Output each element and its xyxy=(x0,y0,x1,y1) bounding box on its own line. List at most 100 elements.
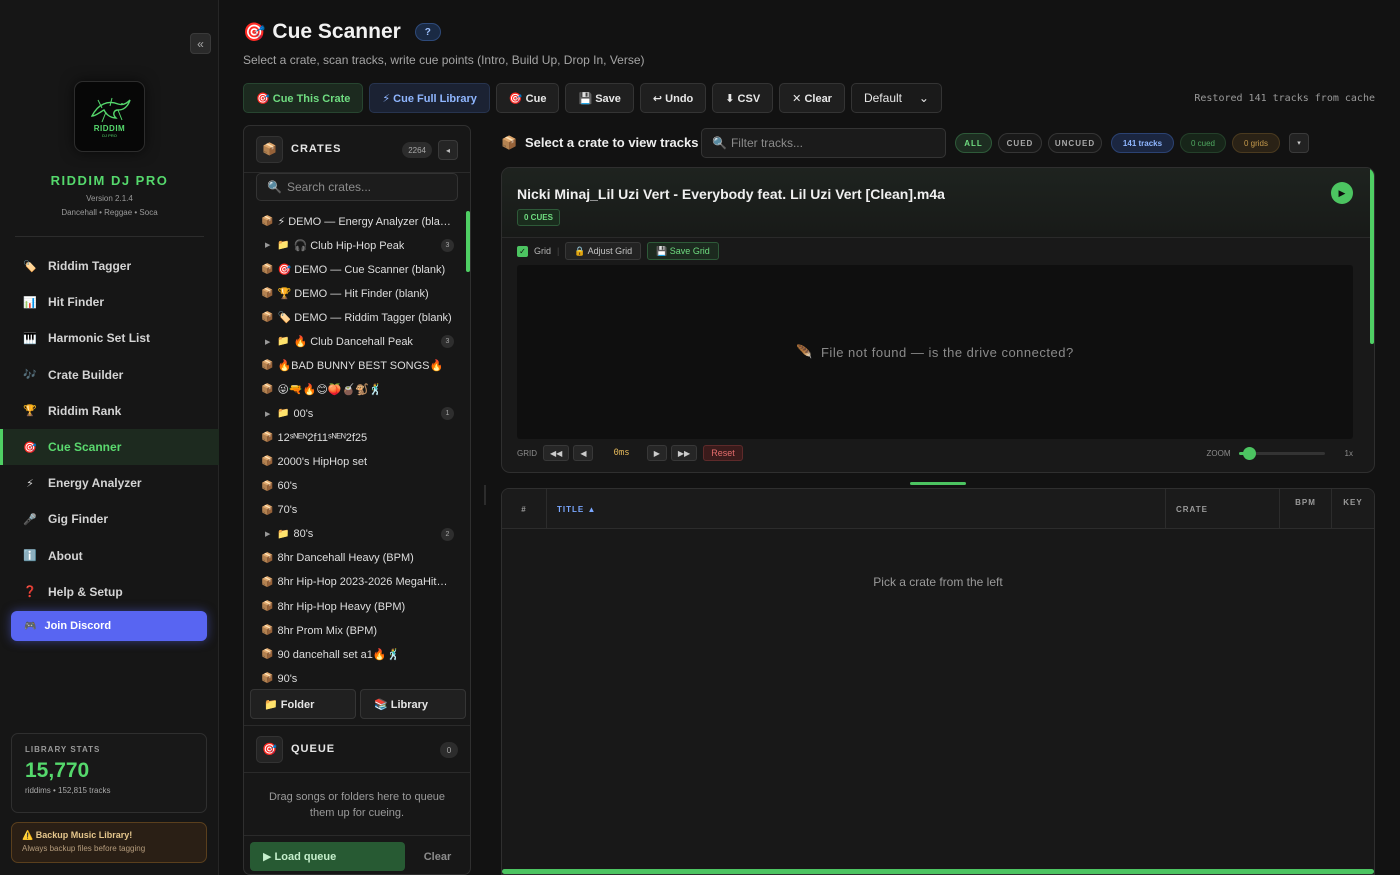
clear-queue-button[interactable]: Clear xyxy=(411,842,464,871)
cue-this-crate-button[interactable]: 🎯 Cue This Crate xyxy=(243,83,364,113)
sidebar-collapse-button[interactable]: « xyxy=(190,33,211,54)
crate-label: 00's xyxy=(293,407,314,420)
undo-button[interactable]: ↩ Undo xyxy=(639,83,707,113)
feather-icon: 🪶 xyxy=(796,344,813,359)
cue-full-library-button[interactable]: ⚡ Cue Full Library xyxy=(369,83,490,113)
nav-label: Cue Scanner xyxy=(48,440,122,455)
genres-tagline: Dancehall • Reggae • Soca xyxy=(61,208,158,217)
waveform-area[interactable]: 🪶 File not found — is the drive connecte… xyxy=(517,265,1353,439)
nav-item-about[interactable]: ℹ️ About xyxy=(0,538,219,574)
csv-export-button[interactable]: ⬇ CSV xyxy=(712,83,774,113)
nav-item-riddim-rank[interactable]: 🏆 Riddim Rank xyxy=(0,393,219,429)
brand-name: RIDDIM DJ PRO xyxy=(50,173,169,188)
filter-chip-uncued[interactable]: UNCUED xyxy=(1048,133,1102,153)
save-grid-button[interactable]: 💾 Save Grid xyxy=(647,242,719,260)
panel-splitter[interactable] xyxy=(484,485,486,505)
column-number[interactable]: # xyxy=(502,489,546,529)
page-header: 🎯 Cue Scanner ? xyxy=(243,20,441,44)
player-resize-handle[interactable] xyxy=(910,482,966,485)
crate-item[interactable]: 📦 ⚡ DEMO — Energy Analyzer (blank) xyxy=(244,209,470,233)
clear-button[interactable]: ✕ Clear xyxy=(779,83,845,113)
crate-folder[interactable]: ▶ 📁 🔥 Club Dancehall Peak 3 xyxy=(244,329,470,353)
preset-select[interactable]: Default ⌄ xyxy=(850,83,942,113)
adjust-grid-button[interactable]: 🔒 Adjust Grid xyxy=(565,242,642,260)
crate-item[interactable]: 📦 8hr Hip-Hop Heavy (BPM) xyxy=(244,595,470,619)
table-scrollbar[interactable] xyxy=(502,869,1374,874)
separator: | xyxy=(557,246,560,256)
crate-item[interactable]: 📦 12ˢᴺᴱᴺ2f11ˢᴺᴱᴺ2f25 xyxy=(244,426,470,450)
crate-search-input[interactable] xyxy=(286,180,457,194)
folder-icon: 📁 xyxy=(277,408,290,420)
grid-label: GRID xyxy=(517,448,537,458)
search-icon: 🔍 xyxy=(712,136,727,150)
music-notes-icon: 🎶 xyxy=(23,369,37,382)
nav-item-hit-finder[interactable]: 📊 Hit Finder xyxy=(0,284,219,320)
column-title[interactable]: TITLE ▲ xyxy=(546,489,1165,529)
expand-arrow-icon[interactable]: ▶ xyxy=(265,410,275,418)
zoom-label: ZOOM xyxy=(1206,448,1231,458)
crate-item[interactable]: 📦 🎯 DEMO — Cue Scanner (blank) xyxy=(244,257,470,281)
crate-item[interactable]: 📦 90's xyxy=(244,667,470,685)
zoom-slider-knob[interactable] xyxy=(1242,446,1256,460)
box-icon: 📦 xyxy=(256,135,283,163)
filter-menu-button[interactable]: ▾ xyxy=(1289,133,1309,153)
crate-folder[interactable]: ▶ 📁 🎧 Club Hip-Hop Peak 3 xyxy=(244,233,470,257)
nav-item-gig-finder[interactable]: 🎤 Gig Finder xyxy=(0,501,219,537)
crate-item[interactable]: 📦 8hr Dancehall Heavy (BPM) xyxy=(244,546,470,570)
queue-drop-zone[interactable]: Drag songs or folders here to queue them… xyxy=(244,789,470,821)
crate-item[interactable]: 📦 90 dancehall set a1🔥🕺 xyxy=(244,643,470,667)
crate-item[interactable]: 📦 🏷️ DEMO — Riddim Tagger (blank) xyxy=(244,305,470,329)
player-scrollbar[interactable] xyxy=(1370,168,1374,344)
nav-item-crate-builder[interactable]: 🎶 Crate Builder xyxy=(0,357,219,393)
crates-collapse-button[interactable]: ◂ xyxy=(438,140,458,160)
load-queue-button[interactable]: ▶ Load queue xyxy=(250,842,405,871)
crate-item[interactable]: 📦 8hr Prom Mix (BPM) xyxy=(244,619,470,643)
nav-item-harmonic-set-list[interactable]: 🎹 Harmonic Set List xyxy=(0,320,219,356)
grid-checkbox[interactable]: ✓ xyxy=(517,245,528,257)
crate-label: 90's xyxy=(277,672,298,685)
filter-chip-cued[interactable]: CUED xyxy=(998,133,1042,153)
track-filter-input[interactable] xyxy=(730,136,936,150)
nav-label: Gig Finder xyxy=(48,512,108,527)
nav-item-riddim-tagger[interactable]: 🏷️ Riddim Tagger xyxy=(0,248,219,284)
queue-count: 0 xyxy=(440,742,458,758)
filter-chip-all[interactable]: ALL xyxy=(955,133,992,153)
save-button[interactable]: 💾 Save xyxy=(565,83,634,113)
logo-subtext: DJ PRO xyxy=(102,132,117,138)
nav-item-help-setup[interactable]: ❓ Help & Setup xyxy=(0,574,219,610)
crate-item[interactable]: 📦8hr Hip-Hop 2023-2026 MegaHits (Mixed) xyxy=(244,570,470,594)
nudge-back-button[interactable]: ◀ xyxy=(573,445,594,461)
column-key[interactable]: KEY xyxy=(1331,489,1374,529)
crate-folder[interactable]: ▶ 📁 80's 2 xyxy=(244,522,470,546)
play-button[interactable]: ▶ xyxy=(1331,182,1353,204)
zoom-slider[interactable] xyxy=(1238,446,1325,460)
nudge-forward-large-button[interactable]: ▶▶ xyxy=(670,445,698,461)
expand-arrow-icon[interactable]: ▶ xyxy=(265,530,275,538)
app-logo: RIDDIM DJ PRO xyxy=(74,81,145,152)
nudge-forward-button[interactable]: ▶ xyxy=(646,445,667,461)
column-bpm[interactable]: BPM xyxy=(1279,489,1331,529)
expand-arrow-icon[interactable]: ▶ xyxy=(265,241,275,249)
crate-item[interactable]: 📦 🔥BAD BUNNY BEST SONGS🔥 xyxy=(244,354,470,378)
crate-item[interactable]: 📦 2000's HipHop set xyxy=(244,450,470,474)
folder-button[interactable]: 📁 Folder xyxy=(250,689,356,719)
crate-folder[interactable]: ▶ 📁 00's 1 xyxy=(244,402,470,426)
help-button[interactable]: ? xyxy=(414,23,441,41)
track-title: Nicki Minaj_Lil Uzi Vert - Everybody fea… xyxy=(517,186,945,202)
column-crate[interactable]: CRATE xyxy=(1165,489,1279,529)
crate-item[interactable]: 📦 😜🔫🔥😊🍑🧉🐒🕺 xyxy=(244,378,470,402)
reset-grid-button[interactable]: Reset xyxy=(703,445,743,461)
cue-button[interactable]: 🎯 Cue xyxy=(495,83,560,113)
nav-label: Harmonic Set List xyxy=(48,331,151,346)
library-button[interactable]: 📚 Library xyxy=(360,689,466,719)
nav-item-energy-analyzer[interactable]: ⚡ Energy Analyzer xyxy=(0,465,219,501)
join-discord-button[interactable]: 🎮 Join Discord xyxy=(11,611,207,641)
crate-list-scrollbar[interactable] xyxy=(466,211,470,272)
nav-item-cue-scanner[interactable]: 🎯 Cue Scanner xyxy=(0,428,219,466)
crate-item[interactable]: 📦 🏆 DEMO — Hit Finder (blank) xyxy=(244,281,470,305)
crate-item[interactable]: 📦 70's xyxy=(244,498,470,522)
expand-arrow-icon[interactable]: ▶ xyxy=(265,338,275,346)
sidebar: « RIDDIM DJ PRO RIDDIM DJ PRO Version 2.… xyxy=(0,0,219,875)
nudge-back-large-button[interactable]: ◀◀ xyxy=(543,445,570,461)
crate-item[interactable]: 📦 60's xyxy=(244,474,470,498)
